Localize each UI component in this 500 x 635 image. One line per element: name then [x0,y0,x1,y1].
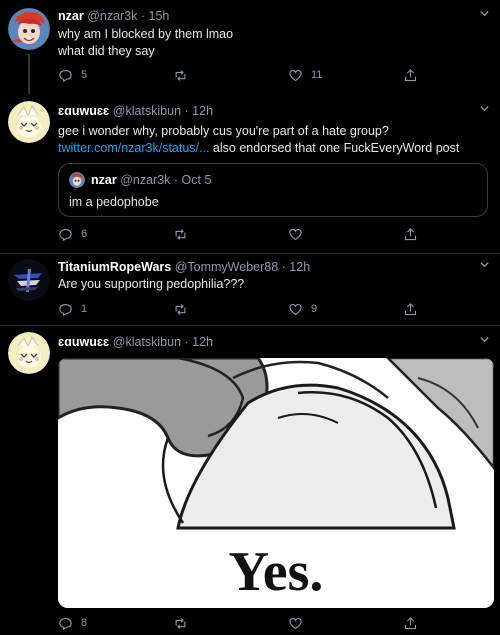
like-icon [289,617,302,629]
tweet-nzar[interactable]: nzar @nzar3k · 15h why am I blocked by t… [0,0,500,95]
tweet-actions: 5 11 [58,67,438,83]
chevron-down-icon[interactable] [479,259,490,273]
status-link[interactable]: twitter.com/nzar3k/status/... [58,141,209,155]
share-button[interactable] [403,301,418,317]
share-icon [404,616,417,629]
quote-display-name: nzar [91,173,117,187]
reply-icon [59,228,72,241]
tweet-text: why am I blocked by them lmao what did t… [58,26,233,60]
avatar[interactable] [8,332,50,374]
display-name[interactable]: ɛɑuwuɛɛ [58,335,109,349]
like-count: 11 [311,69,323,81]
tweet-actions: 1 9 [58,301,438,317]
display-name[interactable]: ɛɑuwuɛɛ [58,104,109,118]
tweet-actions: 8 [58,615,438,631]
reply-count: 1 [81,303,88,315]
handle[interactable]: @nzar3k [87,9,137,23]
display-name[interactable]: TitaniumRopeWars [58,260,171,274]
quoted-tweet[interactable]: nzar @nzar3k · Oct 5 im a pedophobe [58,163,488,217]
retweet-button[interactable] [173,67,196,83]
tweet-actions: 6 [58,226,438,242]
like-button[interactable]: 9 [288,301,317,317]
like-button[interactable] [288,226,311,242]
tweet-klatskibun-reply[interactable]: ɛɑuwuɛɛ @klatskibun · 12h gee i wonder w… [0,95,500,255]
chevron-down-icon[interactable] [479,8,490,22]
quote-timestamp: · Oct 5 [173,173,212,187]
avatar[interactable] [8,259,50,301]
tweet-line: why am I blocked by them lmao [58,27,234,41]
handle[interactable]: @klatskibun [113,104,181,118]
divider [0,253,500,254]
like-button[interactable]: 11 [288,67,322,83]
share-icon [404,227,417,240]
like-icon [289,228,302,240]
retweet-icon [175,303,186,315]
tweet-line: gee i wonder why, probably cus you're pa… [58,124,389,138]
tweet-image[interactable]: Yes. [58,358,494,608]
like-icon [289,69,302,81]
reply-button[interactable]: 1 [58,301,87,317]
handle[interactable]: @TommyWeber88 [175,260,278,274]
chevron-down-icon[interactable] [479,334,490,348]
reply-button[interactable]: 8 [58,615,87,631]
tweet-line-rest: also endorsed that one FuckEveryWord pos… [209,141,460,155]
avatar[interactable] [8,101,50,143]
chevron-down-icon[interactable] [479,103,490,117]
retweet-icon [175,617,186,629]
quote-text: im a pedophobe [69,195,159,209]
display-name[interactable]: nzar [58,9,84,23]
reply-count: 5 [81,69,88,81]
retweet-icon [175,69,186,81]
reply-icon [59,617,72,630]
retweet-button[interactable] [173,301,196,317]
reply-button[interactable]: 5 [58,67,87,83]
share-button[interactable] [403,615,418,631]
timestamp[interactable]: · 12h [282,260,311,274]
timestamp[interactable]: · 12h [185,104,214,118]
share-icon [404,302,417,315]
reply-count: 6 [81,228,88,240]
tweet-line-2: twitter.com/nzar3k/status/... also endor… [58,140,459,157]
reply-count: 8 [81,617,88,629]
avatar[interactable] [8,8,50,50]
reply-button[interactable]: 6 [58,226,87,242]
like-icon [289,303,302,315]
share-button[interactable] [403,226,418,242]
tweet-titaniumropewars[interactable]: TitaniumRopeWars @TommyWeber88 · 12h Are… [0,255,500,325]
tweet-line: what did they say [58,44,155,58]
share-button[interactable] [403,67,418,83]
timestamp[interactable]: · 12h [185,335,214,349]
retweet-button[interactable] [173,226,196,242]
retweet-icon [175,228,186,240]
like-button[interactable] [288,615,311,631]
like-count: 9 [311,303,318,315]
timestamp[interactable]: · 15h [141,9,170,23]
retweet-button[interactable] [173,615,196,631]
tweet-text: gee i wonder why, probably cus you're pa… [58,123,459,157]
quote-handle: @nzar3k [120,173,171,187]
image-caption: Yes. [229,541,324,603]
share-icon [404,68,417,81]
reply-icon [59,303,72,316]
tweet-text: Are you supporting pedophilia??? [58,277,245,291]
reply-icon [59,69,72,82]
quote-avatar [69,172,85,188]
handle[interactable]: @klatskibun [113,335,181,349]
